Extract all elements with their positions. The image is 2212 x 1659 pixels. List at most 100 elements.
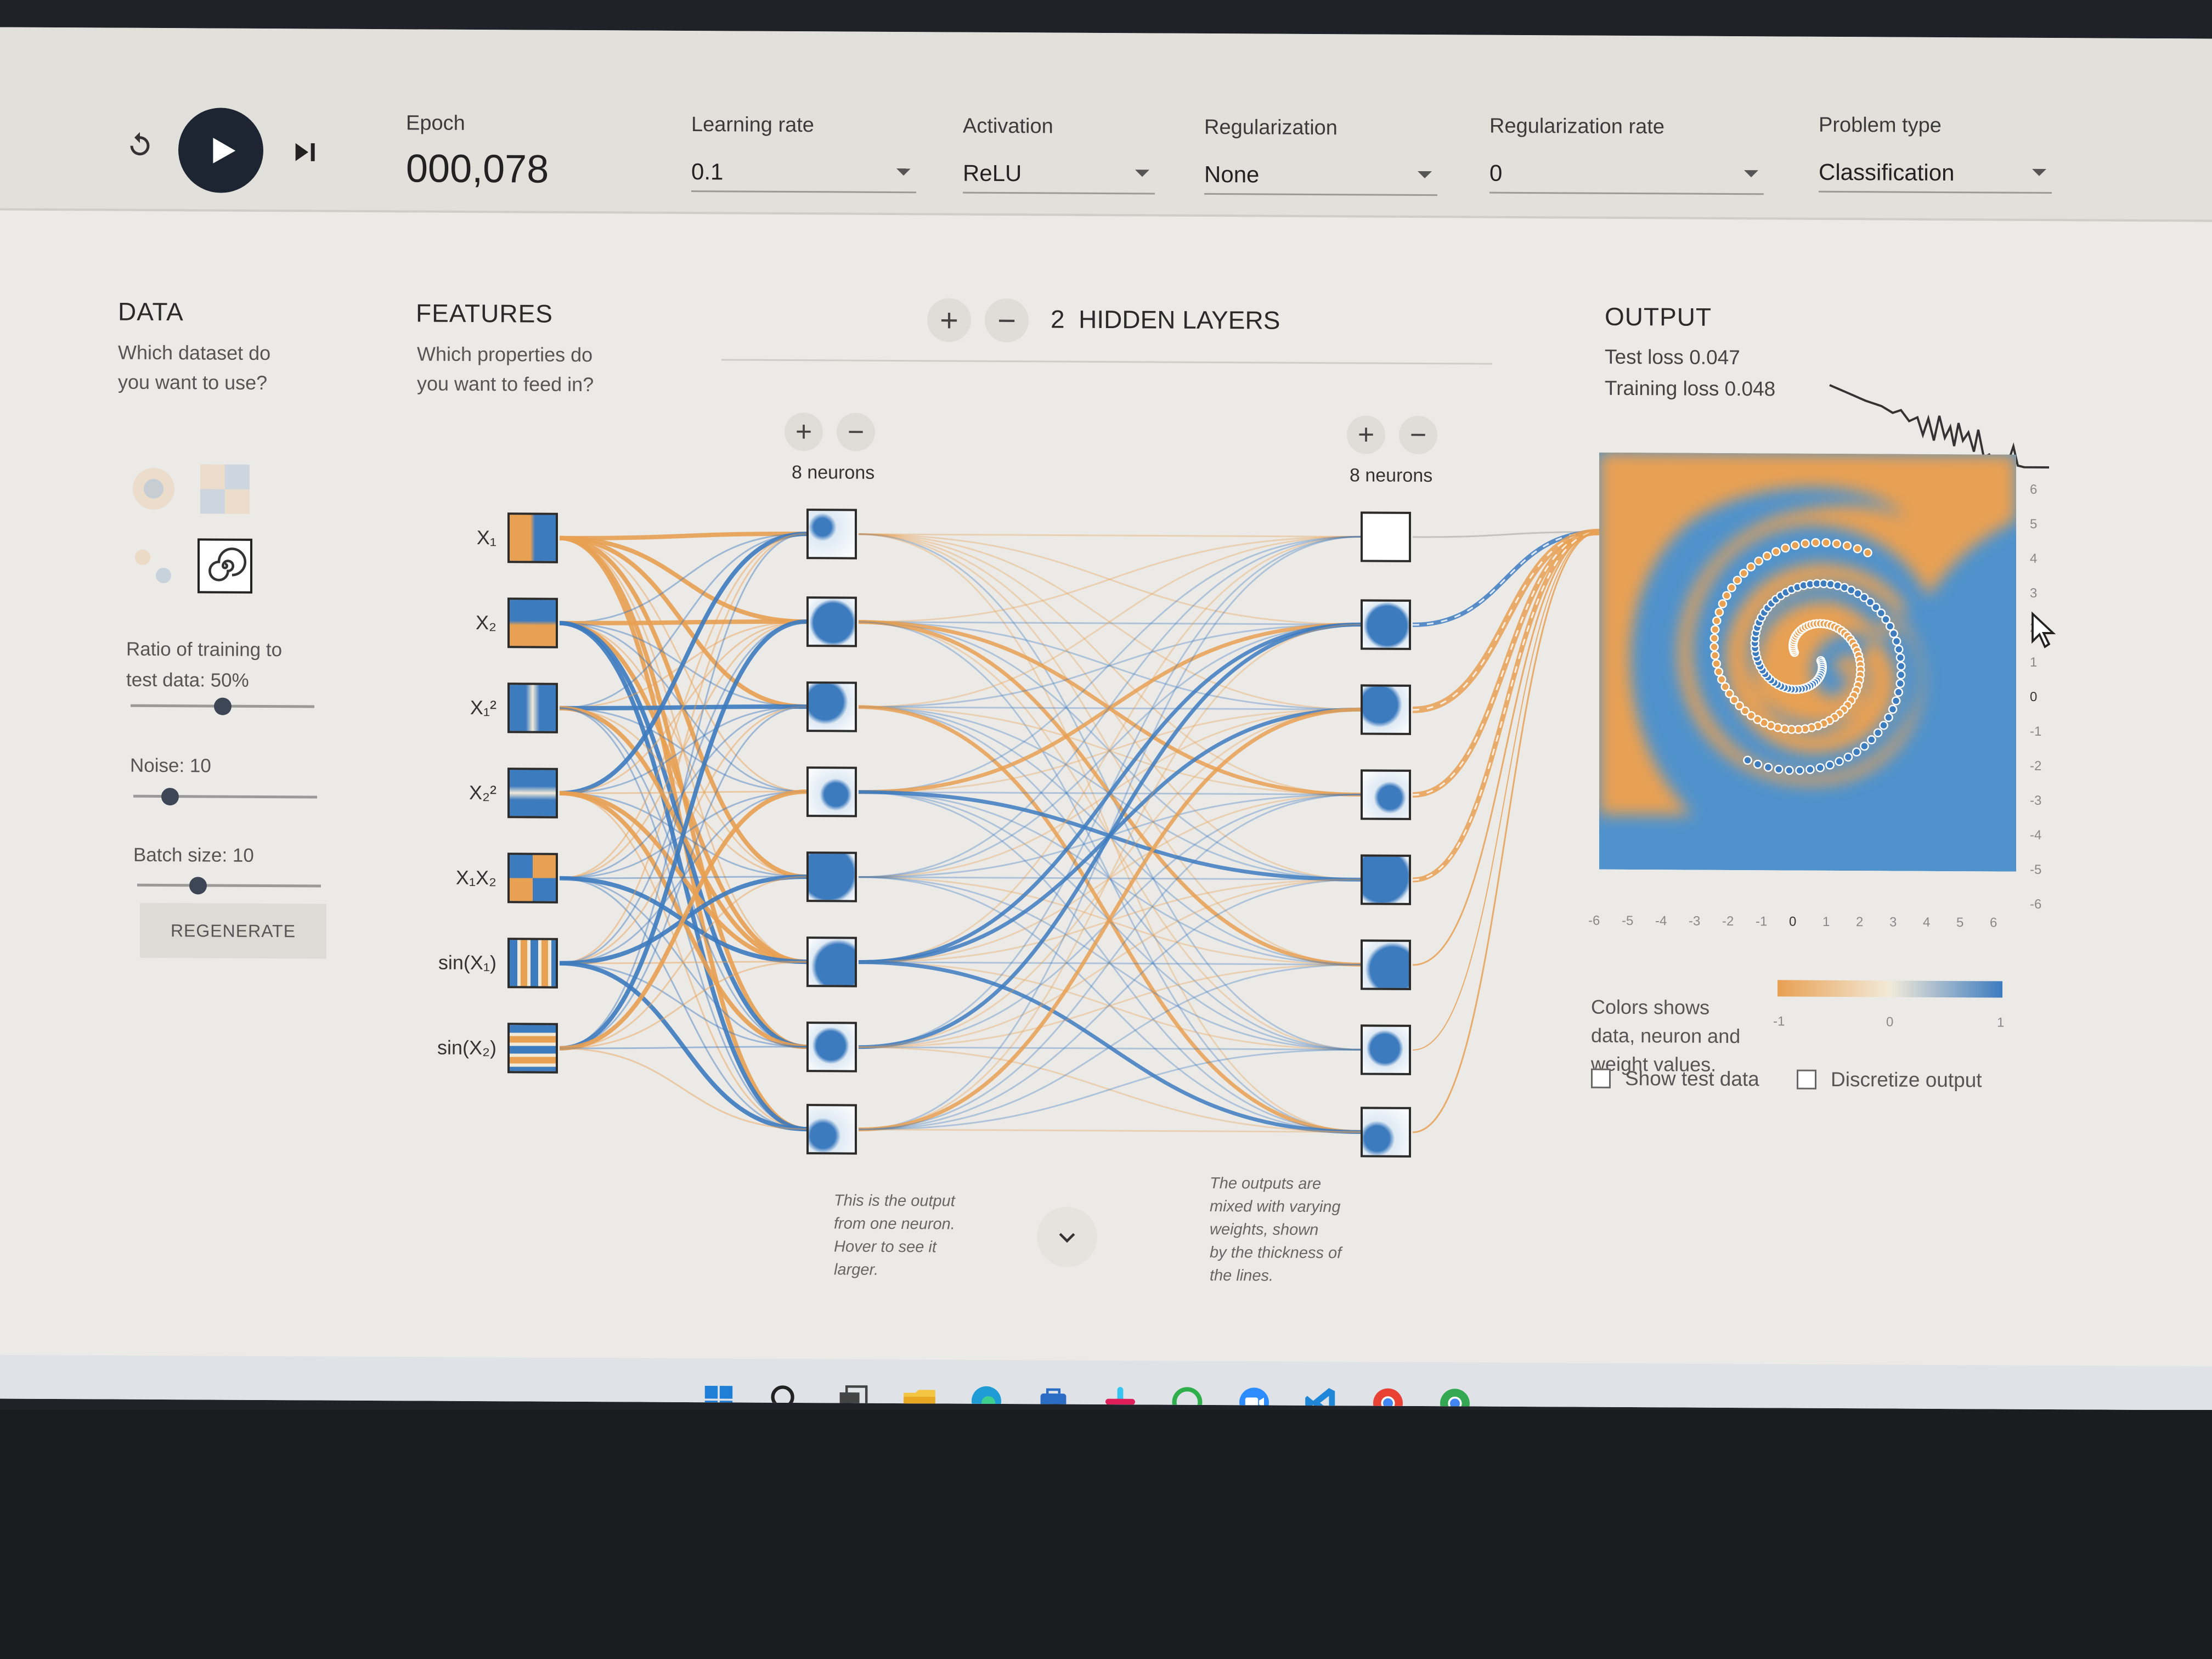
output-weight-line bbox=[1412, 529, 1600, 798]
x-tick-label: 0 bbox=[1789, 914, 1797, 929]
feature-node[interactable] bbox=[507, 512, 558, 563]
discretize-output-checkbox[interactable] bbox=[1797, 1069, 1816, 1090]
note-line: This is the output bbox=[834, 1192, 955, 1210]
test-loss: Test loss 0.047 bbox=[1605, 345, 1740, 369]
x-tick-label: -2 bbox=[1722, 913, 1734, 929]
x-tick-label: 1 bbox=[1822, 914, 1830, 929]
output-title: OUTPUT bbox=[1605, 302, 1712, 331]
data-point bbox=[1714, 607, 1724, 617]
data-point bbox=[1879, 720, 1888, 730]
data-point bbox=[1785, 765, 1794, 775]
data-point bbox=[1884, 713, 1893, 723]
hidden-layer2-neuron[interactable] bbox=[1361, 854, 1411, 905]
note-line: The outputs are bbox=[1210, 1174, 1322, 1193]
hidden-layer2-neuron[interactable] bbox=[1361, 1024, 1411, 1075]
training-loss: Training loss 0.048 bbox=[1605, 376, 1776, 400]
hidden-layer1-neuron[interactable] bbox=[806, 936, 857, 988]
circle-app-icon[interactable] bbox=[1165, 1380, 1209, 1410]
output-decision-plot[interactable] bbox=[1599, 452, 2016, 872]
hidden-layer1-neuron[interactable] bbox=[806, 1022, 857, 1073]
data-point bbox=[1842, 541, 1852, 551]
feature-label: sin(X₂) bbox=[437, 1036, 496, 1059]
hidden-layer2-neuron[interactable] bbox=[1361, 769, 1411, 820]
data-point bbox=[1888, 704, 1898, 714]
windows-icon[interactable] bbox=[697, 1378, 741, 1410]
data-point bbox=[1722, 591, 1731, 600]
vscode-icon[interactable] bbox=[1299, 1381, 1343, 1410]
hidden-layer2-neuron[interactable] bbox=[1361, 511, 1411, 562]
data-point bbox=[1815, 763, 1825, 772]
slack-icon[interactable] bbox=[1098, 1380, 1142, 1410]
data-point bbox=[1895, 679, 1905, 689]
hidden-layer1-neuron[interactable] bbox=[806, 681, 857, 732]
hidden-layer1-neuron[interactable] bbox=[806, 766, 857, 817]
chrome-profile-icon[interactable] bbox=[1433, 1381, 1477, 1410]
edge-icon[interactable] bbox=[964, 1379, 1008, 1410]
weight-line bbox=[859, 1128, 1361, 1133]
hidden-layer1-neuron[interactable] bbox=[806, 509, 857, 560]
show-test-data-row[interactable]: Show test data bbox=[1591, 1067, 1759, 1091]
file-explorer-icon[interactable] bbox=[898, 1379, 941, 1410]
data-point bbox=[1897, 662, 1906, 671]
data-point bbox=[1795, 766, 1804, 775]
show-test-data-checkbox[interactable] bbox=[1591, 1068, 1611, 1088]
feature-node[interactable] bbox=[507, 597, 558, 648]
hidden-layer1-neuron[interactable] bbox=[806, 851, 857, 902]
feature-label: X₁ bbox=[476, 526, 496, 549]
x-tick-label: 6 bbox=[1990, 915, 1997, 930]
weight-line bbox=[559, 532, 807, 540]
data-point bbox=[1894, 687, 1903, 697]
x-tick-label: 2 bbox=[1856, 915, 1864, 930]
data-point bbox=[1763, 763, 1773, 772]
feature-label: X₁X₂ bbox=[455, 866, 496, 889]
data-point bbox=[1897, 670, 1906, 680]
legend-max-label: 1 bbox=[1997, 1015, 2005, 1030]
note-line: weights, shown bbox=[1210, 1220, 1319, 1239]
y-tick-label: 3 bbox=[2030, 585, 2038, 601]
y-tick-label: -4 bbox=[2030, 827, 2042, 843]
feature-label: X₂² bbox=[469, 781, 496, 804]
feature-node[interactable] bbox=[507, 682, 558, 733]
hidden-layer2-neuron[interactable] bbox=[1361, 1107, 1411, 1158]
discretize-output-row[interactable]: Discretize output bbox=[1797, 1068, 1982, 1092]
legend-line: Colors shows bbox=[1591, 995, 1710, 1019]
data-point bbox=[1891, 696, 1901, 706]
chrome-profile-m-icon[interactable] bbox=[1366, 1381, 1410, 1410]
scroll-down-button[interactable] bbox=[1037, 1206, 1097, 1267]
feature-node[interactable] bbox=[507, 938, 558, 989]
data-point bbox=[1860, 741, 1869, 751]
feature-node[interactable] bbox=[507, 1023, 558, 1074]
note-line: the lines. bbox=[1210, 1266, 1274, 1285]
data-point bbox=[1821, 538, 1831, 548]
mouse-cursor-icon bbox=[2032, 611, 2056, 648]
data-point bbox=[1714, 667, 1724, 676]
feature-node[interactable] bbox=[507, 853, 558, 904]
data-point bbox=[1889, 629, 1898, 639]
hidden-layer2-neuron[interactable] bbox=[1361, 599, 1411, 650]
store-icon[interactable] bbox=[1031, 1379, 1075, 1410]
hidden-layer1-neuron[interactable] bbox=[806, 596, 857, 647]
data-point bbox=[1712, 616, 1722, 625]
hidden-layer2-neuron[interactable] bbox=[1361, 939, 1411, 990]
output-weight-line bbox=[1412, 531, 1600, 966]
data-point bbox=[1895, 653, 1905, 662]
weight-line bbox=[559, 619, 807, 1051]
data-point bbox=[1805, 765, 1815, 774]
zoom-icon[interactable] bbox=[1232, 1380, 1276, 1410]
feature-node[interactable] bbox=[507, 768, 558, 819]
x-tick-label: -6 bbox=[1588, 913, 1600, 928]
y-tick-label: 6 bbox=[2030, 482, 2038, 497]
x-tick-label: 4 bbox=[1923, 915, 1931, 930]
app-screen: Epoch 000,078 Learning rate 0.1 Activati… bbox=[0, 27, 2212, 1410]
hidden-layer2-neuron[interactable] bbox=[1361, 684, 1411, 735]
hidden-layer1-neuron[interactable] bbox=[806, 1104, 857, 1155]
y-tick-label: -6 bbox=[2030, 896, 2042, 912]
data-point bbox=[1711, 625, 1720, 634]
legend-line: data, neuron and bbox=[1591, 1024, 1741, 1048]
data-point bbox=[1746, 562, 1756, 572]
data-point bbox=[1892, 636, 1901, 646]
task-view-icon[interactable] bbox=[831, 1378, 874, 1410]
x-tick-label: 3 bbox=[1889, 915, 1897, 930]
note-line: mixed with varying bbox=[1210, 1197, 1341, 1216]
search-icon[interactable] bbox=[764, 1378, 808, 1410]
